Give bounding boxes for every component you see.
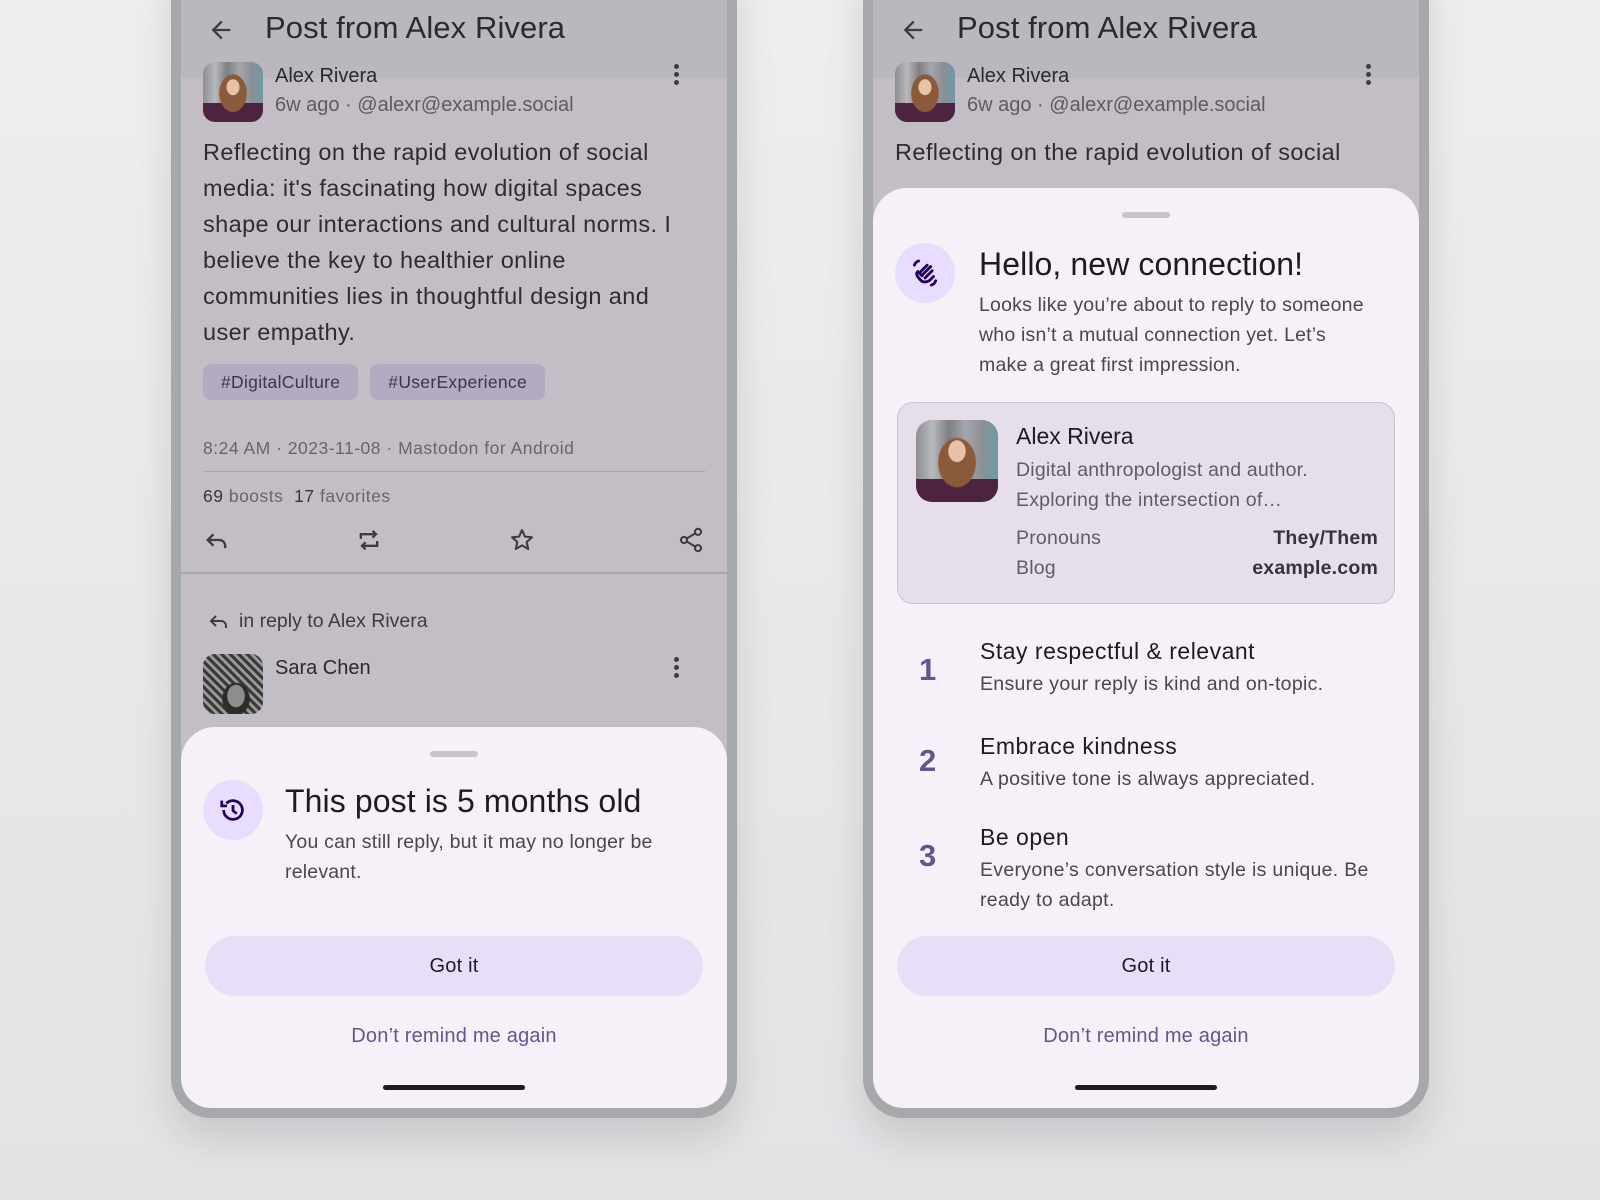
phone-frame-left: Post from Alex Rivera Alex Rivera 6w ago…: [171, 0, 737, 1118]
reply-icon: [209, 615, 227, 628]
author-name[interactable]: Alex Rivera: [967, 65, 1069, 88]
arrow-back-icon[interactable]: [899, 16, 927, 44]
history-icon: [220, 799, 244, 821]
profile-field-value[interactable]: example.com: [1252, 557, 1378, 580]
hashtag-chip[interactable]: #DigitalCulture: [203, 364, 359, 400]
sheet-description: You can still reply, but it may no longe…: [285, 831, 653, 883]
more-options-icon[interactable]: [1365, 64, 1371, 86]
post-body: Reflecting on the rapid evolution of soc…: [203, 139, 672, 345]
reply-context[interactable]: in reply to Alex Rivera: [207, 609, 428, 633]
home-indicator[interactable]: [1075, 1085, 1217, 1090]
bottom-sheet: Hello, new connection! Looks like you’re…: [873, 188, 1419, 1108]
avatar[interactable]: [895, 62, 955, 122]
top-app-bar: Post from Alex Rivera: [181, 0, 727, 78]
arrow-back-icon[interactable]: [207, 16, 235, 44]
author-name[interactable]: Sara Chen: [275, 657, 371, 680]
home-indicator[interactable]: [383, 1085, 525, 1090]
share-icon[interactable]: [677, 526, 705, 554]
tip-number: 1: [919, 652, 937, 687]
top-app-bar: Post from Alex Rivera: [873, 0, 1419, 78]
avatar[interactable]: [203, 654, 263, 714]
sheet-description: Looks like you’re about to reply to some…: [979, 294, 1364, 376]
bottom-sheet: This post is 5 months old You can still …: [181, 727, 727, 1108]
waving-hand-icon: [912, 259, 938, 287]
favorites-count: 17: [294, 486, 315, 506]
tip-description: A positive tone is always appreciated.: [980, 768, 1316, 790]
profile-field-label: Pronouns: [1016, 527, 1102, 549]
divider: [181, 572, 727, 574]
boosts-label[interactable]: boosts: [229, 486, 284, 506]
waving-hand-icon-container: [895, 243, 955, 303]
tip-item: 3 Be open Everyone’s conversation style …: [897, 824, 1395, 924]
profile-field: Pronouns They/Them: [1016, 527, 1378, 550]
avatar[interactable]: [203, 62, 263, 122]
post-time: 8:24 AM: [203, 438, 271, 458]
post-stats: 69 boosts 17 favorites: [203, 486, 391, 507]
tip-title: Be open: [980, 824, 1070, 850]
boosts-count: 69: [203, 486, 224, 506]
profile-field-value: They/Them: [1273, 527, 1378, 549]
more-options-icon[interactable]: [673, 64, 679, 86]
favorite-icon[interactable]: [508, 526, 536, 554]
author-meta: 6w ago · @alexr@example.social: [967, 94, 1266, 116]
phone-frame-right: Post from Alex Rivera Alex Rivera 6w ago…: [863, 0, 1429, 1118]
sheet-title: This post is 5 months old: [285, 783, 642, 819]
profile-bio: Digital anthropologist and author. Explo…: [1016, 459, 1308, 511]
avatar: [916, 420, 998, 502]
post-client: Mastodon for Android: [398, 438, 575, 458]
hashtag-chip[interactable]: #UserExperience: [370, 364, 546, 400]
tip-title: Stay respectful & relevant: [980, 638, 1256, 664]
tip-description: Ensure your reply is kind and on-topic.: [980, 673, 1324, 695]
dont-remind-button[interactable]: Don’t remind me again: [897, 1016, 1395, 1056]
post-actions: [203, 526, 705, 556]
tip-title: Embrace kindness: [980, 733, 1178, 759]
profile-name: Alex Rivera: [1016, 423, 1134, 449]
post-timestamp: 8:24 AM · 2023-11-08 · Mastodon for Andr…: [203, 438, 575, 458]
post-body: Reflecting on the rapid evolution of soc…: [895, 139, 1341, 165]
reply-context-label: in reply to Alex Rivera: [239, 609, 428, 632]
screen-left: Post from Alex Rivera Alex Rivera 6w ago…: [181, 0, 727, 1108]
tip-item: 1 Stay respectful & relevant Ensure your…: [897, 638, 1395, 728]
tip-number: 3: [919, 838, 937, 873]
profile-field-label: Blog: [1016, 557, 1056, 579]
got-it-button[interactable]: Got it: [205, 936, 703, 996]
history-icon-container: [203, 780, 263, 840]
author-name[interactable]: Alex Rivera: [275, 65, 377, 88]
divider: [203, 471, 705, 472]
tip-number: 2: [919, 743, 937, 778]
tip-description: Everyone’s conversation style is unique.…: [980, 859, 1369, 911]
dont-remind-button[interactable]: Don’t remind me again: [205, 1016, 703, 1056]
more-options-icon[interactable]: [673, 657, 679, 679]
drag-handle[interactable]: [430, 751, 478, 757]
screen-right: Post from Alex Rivera Alex Rivera 6w ago…: [873, 0, 1419, 1108]
post-date: 2023-11-08: [287, 438, 381, 458]
got-it-button[interactable]: Got it: [897, 936, 1395, 996]
drag-handle[interactable]: [1122, 212, 1170, 218]
author-meta: 6w ago · @alexr@example.social: [275, 94, 574, 116]
favorites-label[interactable]: favorites: [320, 486, 391, 506]
profile-field: Blog example.com: [1016, 557, 1378, 580]
hashtags: #DigitalCulture #UserExperience: [203, 364, 546, 400]
page-title: Post from Alex Rivera: [957, 10, 1258, 45]
tip-item: 2 Embrace kindness A positive tone is al…: [897, 733, 1395, 823]
reply-icon[interactable]: [203, 526, 231, 554]
profile-card[interactable]: Alex Rivera Digital anthropologist and a…: [897, 402, 1395, 604]
page-title: Post from Alex Rivera: [265, 10, 566, 45]
boost-icon[interactable]: [355, 526, 383, 554]
sheet-title: Hello, new connection!: [979, 246, 1304, 282]
